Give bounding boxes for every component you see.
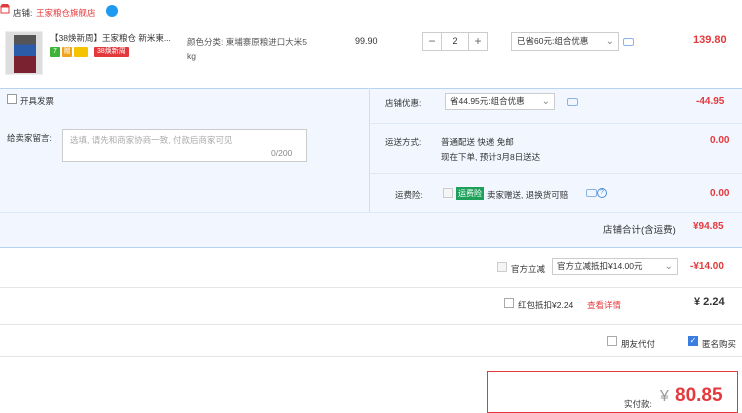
- divider: [370, 173, 742, 174]
- friend-pay-label: 朋友代付: [621, 339, 656, 349]
- unit-price: 99.90: [355, 36, 378, 46]
- official-discount-value: -¥14.00: [690, 261, 724, 272]
- divider: [0, 324, 742, 325]
- help-icon[interactable]: ?: [597, 188, 607, 198]
- official-discount-checkbox[interactable]: [497, 262, 507, 272]
- shop-name-link[interactable]: 王家粮仓旗舰店: [36, 7, 96, 19]
- insurance-label: 运费险:: [395, 190, 423, 200]
- shop-total-label: 店铺合计(含运费): [603, 225, 676, 236]
- shop-label: 店铺:: [13, 8, 33, 18]
- invoice-checkbox[interactable]: [7, 94, 17, 104]
- divider: [0, 356, 742, 357]
- invoice-label: 开具发票: [20, 96, 55, 106]
- insurance-value: 0.00: [710, 188, 730, 199]
- payment-label: 实付款:: [624, 399, 652, 409]
- shop-icon: [0, 4, 10, 14]
- shop-discount-value: -44.95: [696, 96, 725, 107]
- product-title-link[interactable]: 【38焕新周】王家粮仓 新米東...: [50, 32, 182, 44]
- item-promo-select[interactable]: 已省60元:组合优惠 ⌄: [511, 32, 619, 51]
- message-label: 给卖家留言:: [7, 133, 52, 143]
- chevron-down-icon: ⌄: [664, 261, 673, 272]
- qty-plus-button[interactable]: +: [468, 32, 488, 51]
- product-spec: 颜色分类: 東埔寨原粮进口大米5 kg: [187, 37, 307, 61]
- product-thumbnail[interactable]: [5, 31, 43, 75]
- comment-icon[interactable]: [586, 189, 597, 197]
- qty-input[interactable]: 2: [442, 32, 468, 51]
- chevron-down-icon: ⌄: [541, 96, 550, 107]
- qty-minus-button[interactable]: −: [422, 32, 442, 51]
- shop-total-value: ¥94.85: [693, 221, 724, 232]
- quantity-stepper: − 2 +: [422, 32, 488, 51]
- message-placeholder: 选填, 请先和商家协商一致, 付款后商家可见: [70, 135, 233, 145]
- panel-divider: [369, 88, 370, 212]
- message-char-count: 0/200: [271, 148, 293, 158]
- anonymous-checkbox[interactable]: ✓: [688, 336, 698, 346]
- red-packet-value: ¥ 2.24: [694, 296, 725, 308]
- friend-pay-checkbox[interactable]: [607, 336, 617, 346]
- divider: [0, 212, 742, 213]
- delivery-eta: 现在下单, 预计3月8日送达: [441, 152, 541, 162]
- promo-tag: 38焕新周: [94, 47, 129, 57]
- product-badges: 7 赠 38焕新周: [50, 47, 129, 57]
- delivery-value: 0.00: [710, 135, 730, 146]
- delivery-label: 运送方式:: [385, 137, 422, 147]
- chevron-down-icon: ⌄: [605, 36, 614, 47]
- seven-day-return-icon: 7: [50, 47, 60, 57]
- comment-icon[interactable]: [623, 38, 634, 46]
- chat-wangwang-icon[interactable]: [106, 5, 118, 17]
- insurance-text: 卖家赠送, 退换货可赔: [487, 190, 569, 200]
- payment-amount: 80.85: [675, 385, 723, 406]
- divider: [0, 287, 742, 288]
- item-total: 139.80: [693, 34, 727, 46]
- official-discount-label: 官方立减: [511, 264, 546, 274]
- delivery-method: 普通配送 快递 免邮: [441, 137, 514, 147]
- red-packet-checkbox[interactable]: [504, 298, 514, 308]
- insurance-checkbox[interactable]: [443, 188, 453, 198]
- anonymous-label: 匿名购买: [702, 339, 737, 349]
- shop-discount-select[interactable]: 省44.95元:组合优惠 ⌄: [445, 93, 555, 110]
- payment-currency: ¥: [660, 388, 669, 405]
- comment-icon[interactable]: [567, 98, 578, 106]
- gift-badge-icon: 赠: [62, 47, 72, 57]
- red-packet-label: 红包抵扣¥2.24: [518, 300, 574, 310]
- red-packet-details-link[interactable]: 查看详情: [587, 299, 621, 311]
- shop-discount-label: 店铺优惠:: [385, 98, 422, 108]
- card-badge-icon: [74, 47, 88, 57]
- official-discount-select[interactable]: 官方立减抵扣¥14.00元 ⌄: [552, 258, 678, 275]
- divider: [370, 123, 742, 124]
- insurance-tag: 运费险: [456, 187, 484, 200]
